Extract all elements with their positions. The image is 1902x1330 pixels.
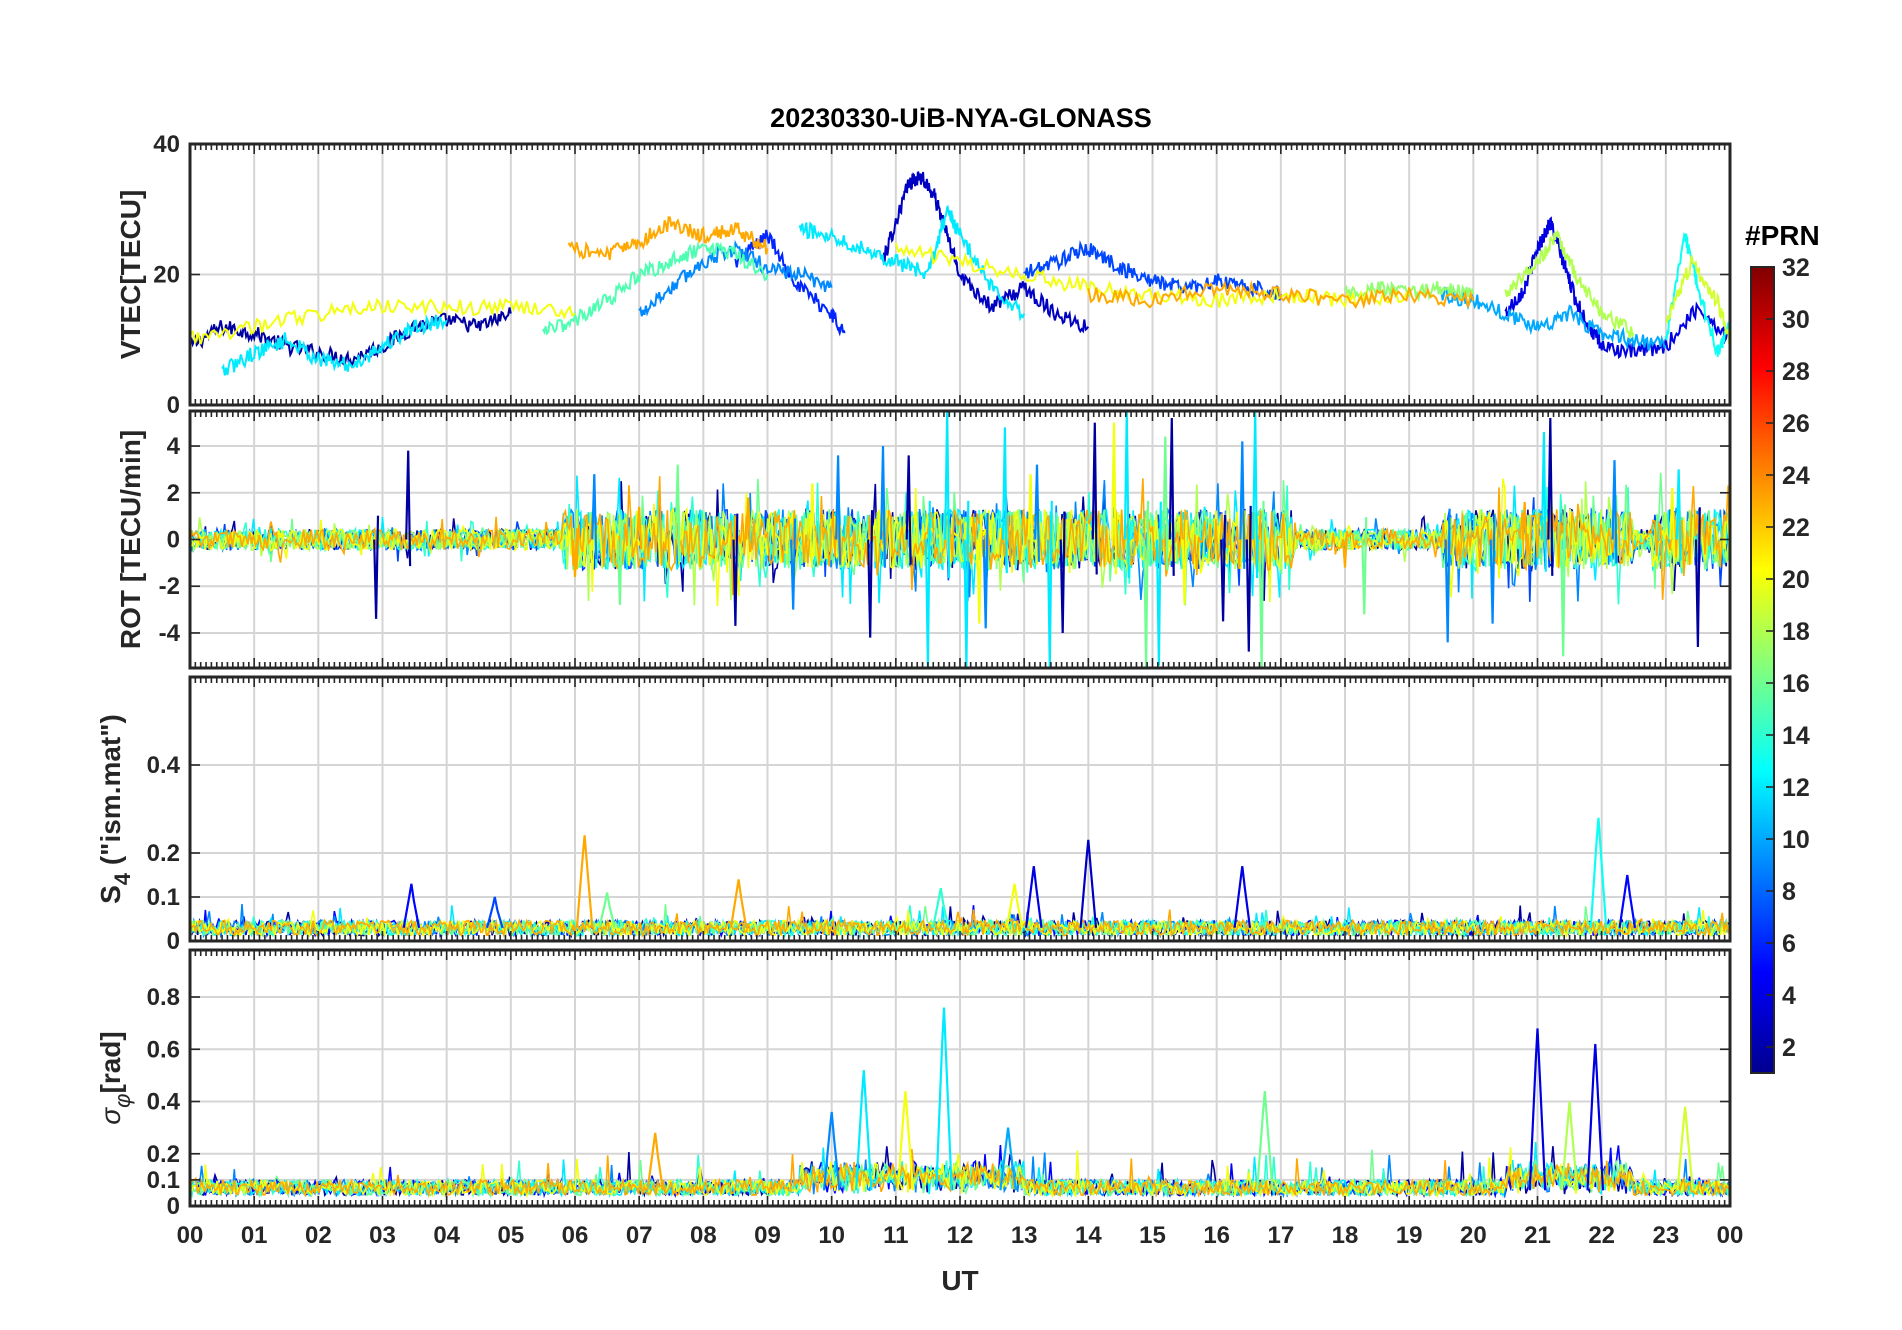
x-tick-label: 14 <box>1075 1222 1102 1249</box>
chart-title: 20230330-UiB-NYA-GLONASS <box>770 103 1152 133</box>
y-tick-label: -4 <box>159 620 181 647</box>
x-tick-label: 13 <box>1011 1222 1038 1249</box>
x-tick-label: 21 <box>1524 1222 1551 1249</box>
colorbar-tick-label: 32 <box>1782 254 1810 282</box>
x-tick-label: 15 <box>1139 1222 1166 1249</box>
x-axis: 00 01 02 03 04 05 06 07 08 09 10 11 12 13 14 15 16 17 18 19… <box>177 1222 1744 1296</box>
colorbar-tick-label: 26 <box>1782 410 1810 438</box>
y-tick-label: 0.6 <box>147 1036 180 1063</box>
x-tick-label: 17 <box>1267 1222 1294 1249</box>
colorbar-tick-label: 28 <box>1782 358 1810 386</box>
y-axis-label: S4 ("ism.mat") <box>95 714 135 904</box>
y-tick-label: 40 <box>153 131 180 158</box>
x-tick-label: 00 <box>1717 1222 1744 1249</box>
y-axis-label-sub: 4 <box>110 872 135 885</box>
colorbar-tick-label: 22 <box>1782 514 1810 542</box>
colorbar-tick-label: 8 <box>1782 878 1796 906</box>
x-tick-label: 06 <box>562 1222 589 1249</box>
colorbar: #PRN 2468101214161820222426283032 <box>1745 220 1820 1074</box>
panel-sigma_phi: 00.10.2 0.4 0.6 0.8 σφ[rad] <box>95 948 1732 1220</box>
y-tick-label: 2 <box>167 480 180 507</box>
colorbar-title: #PRN <box>1745 220 1820 251</box>
colorbar-tick-label: 14 <box>1782 722 1810 750</box>
y-tick-label: 4 <box>167 433 181 460</box>
y-axis-label-rest: [rad] <box>95 1031 126 1093</box>
x-tick-label: 04 <box>433 1222 460 1249</box>
colorbar-tick-label: 4 <box>1782 982 1796 1010</box>
y-tick-label: 0.2 <box>147 1141 180 1168</box>
x-tick-label: 10 <box>818 1222 845 1249</box>
y-tick-label: 0.4 <box>147 752 181 779</box>
colorbar-tick-label: 12 <box>1782 774 1810 802</box>
x-axis-label: UT <box>941 1265 978 1296</box>
y-axis-label-main: S <box>95 885 126 904</box>
colorbar-tick-label: 24 <box>1782 462 1810 490</box>
y-axis-label-main: σ <box>95 1107 126 1125</box>
x-tick-label: 08 <box>690 1222 717 1249</box>
y-tick-label: 0.1 <box>147 884 180 911</box>
colorbar-tick-label: 10 <box>1782 826 1810 854</box>
y-axis-label: σφ[rad] <box>95 1031 135 1124</box>
x-tick-label: 07 <box>626 1222 653 1249</box>
y-tick-label: 0.8 <box>147 984 180 1011</box>
x-tick-label: 23 <box>1652 1222 1679 1249</box>
panel-vtec: 0 20 40 VTEC[TECU] <box>115 131 1732 419</box>
y-tick-label: 0 <box>167 527 180 554</box>
panels: 02040VTEC[TECU]-4-2024ROT [TECU/min]00.1… <box>95 131 1732 1220</box>
y-tick-label: 20 <box>153 262 180 289</box>
y-tick-label: 0 <box>167 392 180 419</box>
y-tick-label: 0 <box>167 1193 180 1220</box>
y-axis-label-rest: ("ism.mat") <box>95 714 126 873</box>
colorbar-tick-label: 20 <box>1782 566 1810 594</box>
y-tick-label: 0.1 <box>147 1167 180 1194</box>
y-axis-label-sub: φ <box>110 1093 135 1107</box>
colorbar-tick-label: 30 <box>1782 306 1810 334</box>
panel-s4: 0 0.1 0.2 0.4 S4 ("ism.mat") <box>95 675 1732 955</box>
x-tick-label: 03 <box>369 1222 396 1249</box>
colorbar-tick-label: 2 <box>1782 1034 1796 1062</box>
colorbar-tick-label: 6 <box>1782 930 1796 958</box>
x-tick-label: 12 <box>947 1222 974 1249</box>
x-tick-label: 02 <box>305 1222 332 1249</box>
x-tick-label: 00 <box>177 1222 204 1249</box>
colorbar-tick-label: 18 <box>1782 618 1810 646</box>
x-tick-label: 11 <box>883 1222 908 1249</box>
y-tick-label: 0 <box>167 928 180 955</box>
y-tick-label: 0.2 <box>147 840 180 867</box>
y-axis-label: ROT [TECU/min] <box>115 430 146 649</box>
y-tick-label: 0.4 <box>147 1089 181 1116</box>
x-tick-label: 09 <box>754 1222 781 1249</box>
x-tick-label: 20 <box>1460 1222 1487 1249</box>
x-tick-label: 16 <box>1203 1222 1230 1249</box>
x-tick-label: 05 <box>497 1222 524 1249</box>
x-tick-labels: 00 01 02 03 04 05 06 07 08 09 10 11 12 13 14 15 16 17 18 19… <box>177 1222 1744 1249</box>
x-tick-label: 01 <box>241 1222 268 1249</box>
colorbar-gradient <box>1750 266 1775 1074</box>
y-tick-label: -2 <box>159 573 180 600</box>
x-tick-label: 18 <box>1332 1222 1359 1249</box>
x-tick-label: 22 <box>1588 1222 1615 1249</box>
y-axis-label: VTEC[TECU] <box>115 190 146 360</box>
figure: 20230330-UiB-NYA-GLONASS 02040VTEC[TECU]… <box>95 103 1820 1296</box>
panel-rot: -4 -2 0 2 4 ROT [TECU/min] <box>115 409 1732 670</box>
colorbar-tick-label: 16 <box>1782 670 1810 698</box>
x-tick-label: 19 <box>1396 1222 1423 1249</box>
